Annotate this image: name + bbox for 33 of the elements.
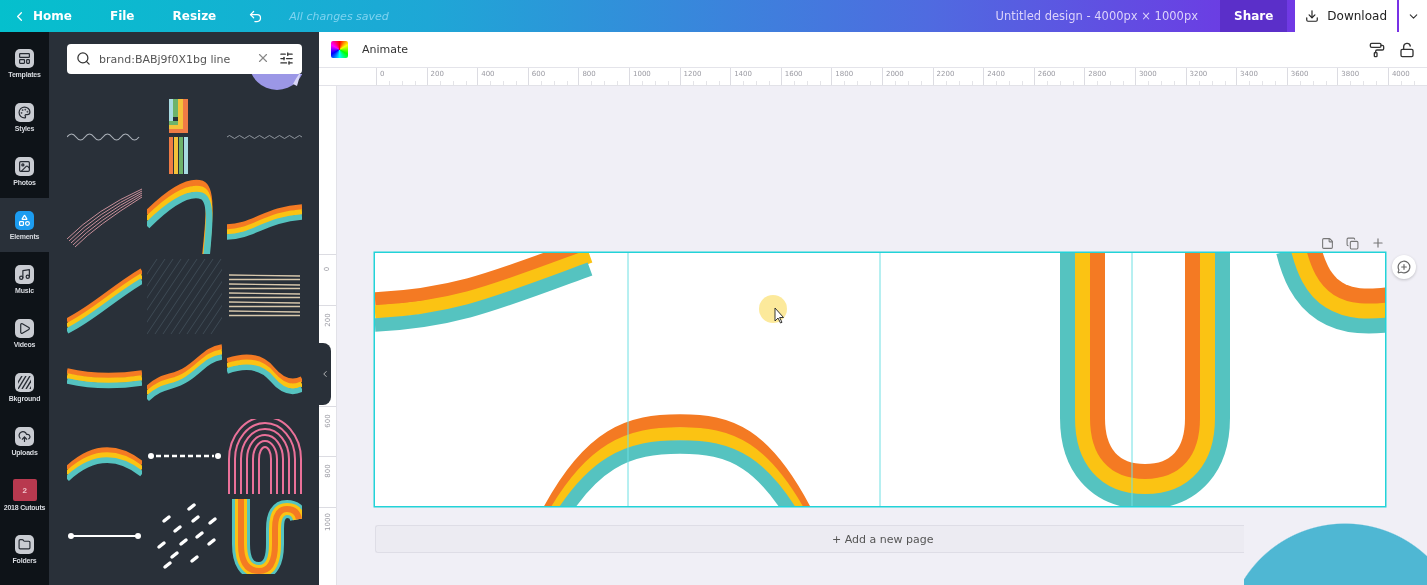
filter-icon[interactable] [279,51,294,66]
music-icon [18,267,31,281]
search-icon [76,51,91,66]
copy-icon[interactable] [1346,236,1359,250]
upload-icon [18,429,31,443]
add-comment-button[interactable] [1392,255,1416,279]
color-swatch-icon [331,41,348,58]
palette-icon [18,105,31,119]
hatch-icon [18,375,31,389]
note-icon[interactable] [1321,236,1334,250]
clear-icon[interactable] [256,51,270,65]
animate-button[interactable]: Animate [331,41,409,58]
comment-plus-icon [1397,260,1411,274]
search-field[interactable]: brand:BABj9f0X1bg line [67,44,302,74]
download-icon [1305,9,1320,23]
unlock-icon[interactable] [1399,41,1415,58]
undo-icon [248,8,264,24]
chevron-left-icon [320,369,330,379]
arches-graphic[interactable] [227,418,302,494]
share-button[interactable]: Share [1220,0,1288,32]
layout-icon [18,51,31,65]
play-icon [18,321,31,335]
image-icon [18,159,31,173]
download-button[interactable]: Download [1295,0,1397,32]
folder-icon [18,537,31,551]
shapes-icon [18,213,31,227]
collapse-panel-button[interactable] [319,343,331,405]
cursor-icon [774,307,784,324]
paint-roller-icon[interactable] [1369,41,1385,58]
design-title: Untitled design - 4000px × 1000px [995,9,1198,23]
save-status: All changes saved [289,9,389,23]
count-badge: 2 [12,479,37,501]
add-page-button[interactable]: + Add a new page [375,525,1244,553]
